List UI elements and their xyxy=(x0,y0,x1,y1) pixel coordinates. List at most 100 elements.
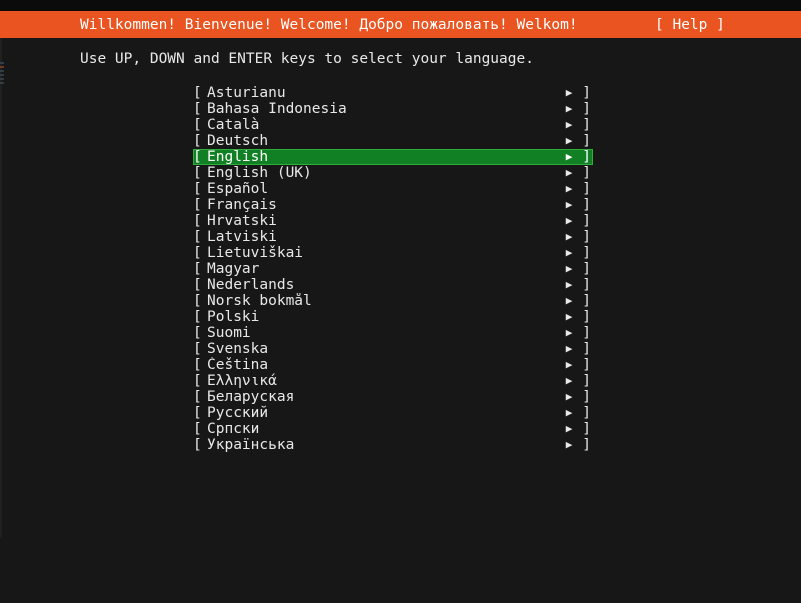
bracket-close: ] xyxy=(582,181,591,197)
bracket-open: [ xyxy=(193,421,202,437)
bracket-open: [ xyxy=(193,213,202,229)
language-list-item[interactable]: [ English (UK) ▶] xyxy=(193,165,593,181)
instruction-text: Use UP, DOWN and ENTER keys to select yo… xyxy=(80,51,534,67)
language-list-item[interactable]: [Bahasa Indonesia ▶] xyxy=(193,101,593,117)
language-label: Bahasa Indonesia xyxy=(207,101,347,117)
bracket-open: [ xyxy=(193,229,202,245)
edge-mark xyxy=(0,66,4,68)
submenu-arrow-icon: ▶ xyxy=(565,406,573,419)
submenu-arrow-icon: ▶ xyxy=(565,230,573,243)
language-list-item[interactable]: [Lietuviškai ▶] xyxy=(193,245,593,261)
language-label: Українська xyxy=(207,437,295,453)
bracket-open: [ xyxy=(193,389,202,405)
language-label: Српски xyxy=(207,421,260,437)
language-label: Español xyxy=(207,181,269,197)
bracket-close: ] xyxy=(582,165,591,181)
bracket-close: ] xyxy=(582,277,591,293)
bracket-open: [ xyxy=(193,309,202,325)
language-label: Čeština xyxy=(207,357,269,373)
bracket-close: ] xyxy=(582,357,591,373)
language-list-item[interactable]: [ Polski ▶] xyxy=(193,309,593,325)
submenu-arrow-icon: ▶ xyxy=(565,374,573,387)
installer-screen: Willkommen! Bienvenue! Welcome! Добро по… xyxy=(0,0,801,603)
language-label: Magyar xyxy=(207,261,260,277)
letterbox-top xyxy=(0,0,801,11)
bracket-open: [ xyxy=(193,133,202,149)
submenu-arrow-icon: ▶ xyxy=(565,118,573,131)
bracket-open: [ xyxy=(193,341,202,357)
language-list-item[interactable]: [ Беларуская ▶] xyxy=(193,389,593,405)
submenu-arrow-icon: ▶ xyxy=(565,198,573,211)
language-label: Latviski xyxy=(207,229,277,245)
bracket-close: ] xyxy=(582,149,591,165)
submenu-arrow-icon: ▶ xyxy=(565,310,573,323)
edge-mark xyxy=(0,74,4,76)
bracket-open: [ xyxy=(193,405,202,421)
language-list-item[interactable]: [ Čeština ▶] xyxy=(193,357,593,373)
language-label: Polski xyxy=(207,309,260,325)
language-label: Català xyxy=(207,117,260,133)
language-list-item[interactable]: [Magyar ▶] xyxy=(193,261,593,277)
bracket-open: [ xyxy=(193,325,202,341)
edge-mark xyxy=(0,82,4,84)
language-list-item[interactable]: [Nederlands ▶] xyxy=(193,277,593,293)
header-bar: Willkommen! Bienvenue! Welcome! Добро по… xyxy=(0,11,801,38)
bracket-close: ] xyxy=(582,373,591,389)
language-list-item[interactable]: [Català ▶] xyxy=(193,117,593,133)
submenu-arrow-icon: ▶ xyxy=(565,150,573,163)
language-label: Svenska xyxy=(207,341,269,357)
language-label: Deutsch xyxy=(207,133,269,149)
language-list-item[interactable]: [Српски ▶] xyxy=(193,421,593,437)
bracket-close: ] xyxy=(582,245,591,261)
bracket-open: [ xyxy=(193,357,202,373)
language-list-item[interactable]: [Deutsch ▶] xyxy=(193,133,593,149)
window-edge-artifact xyxy=(0,62,4,86)
language-label: Русский xyxy=(207,405,269,421)
bracket-close: ] xyxy=(582,229,591,245)
submenu-arrow-icon: ▶ xyxy=(565,214,573,227)
bracket-close: ] xyxy=(582,405,591,421)
language-list-item[interactable]: [Ελληνικά ▶] xyxy=(193,373,593,389)
language-label: Suomi xyxy=(207,325,251,341)
language-list-item[interactable]: [English ▶] xyxy=(193,149,593,165)
bracket-close: ] xyxy=(582,85,591,101)
language-list-item[interactable]: [Українська ▶] xyxy=(193,437,593,453)
edge-mark xyxy=(0,78,4,80)
help-button[interactable]: [ Help ] xyxy=(655,17,725,33)
language-label: English (UK) xyxy=(207,165,312,181)
bracket-close: ] xyxy=(582,101,591,117)
language-list-item[interactable]: [Hrvatski ▶] xyxy=(193,213,593,229)
submenu-arrow-icon: ▶ xyxy=(565,390,573,403)
bracket-close: ] xyxy=(582,261,591,277)
language-list-item[interactable]: [ Русский ▶] xyxy=(193,405,593,421)
submenu-arrow-icon: ▶ xyxy=(565,342,573,355)
language-list: [Asturianu ▶] [Bahasa Indonesia ▶] [Català ▶]… xyxy=(193,85,593,453)
language-list-item[interactable]: [Svenska ▶] xyxy=(193,341,593,357)
submenu-arrow-icon: ▶ xyxy=(565,134,573,147)
page-title: Willkommen! Bienvenue! Welcome! Добро по… xyxy=(80,16,578,33)
language-label: Hrvatski xyxy=(207,213,277,229)
submenu-arrow-icon: ▶ xyxy=(565,358,573,371)
language-list-item[interactable]: [Suomi ▶] xyxy=(193,325,593,341)
bracket-close: ] xyxy=(582,421,591,437)
language-list-item[interactable]: [Español ▶] xyxy=(193,181,593,197)
language-label: Беларуская xyxy=(207,389,295,405)
language-label: Norsk bokmål xyxy=(207,293,312,309)
language-label: Asturianu xyxy=(207,85,286,101)
language-list-item[interactable]: [Français ▶] xyxy=(193,197,593,213)
bracket-close: ] xyxy=(582,309,591,325)
bracket-open: [ xyxy=(193,277,202,293)
language-label: Français xyxy=(207,197,277,213)
bracket-open: [ xyxy=(193,261,202,277)
window-edge-seam xyxy=(0,38,2,538)
bracket-open: [ xyxy=(193,165,202,181)
language-list-item[interactable]: [Asturianu ▶] xyxy=(193,85,593,101)
language-list-item[interactable]: [ Latviski ▶] xyxy=(193,229,593,245)
bracket-close: ] xyxy=(582,389,591,405)
bracket-open: [ xyxy=(193,197,202,213)
edge-mark xyxy=(0,62,4,64)
submenu-arrow-icon: ▶ xyxy=(565,294,573,307)
submenu-arrow-icon: ▶ xyxy=(565,166,573,179)
language-list-item[interactable]: [Norsk bokmål ▶] xyxy=(193,293,593,309)
language-label: Ελληνικά xyxy=(207,373,277,389)
